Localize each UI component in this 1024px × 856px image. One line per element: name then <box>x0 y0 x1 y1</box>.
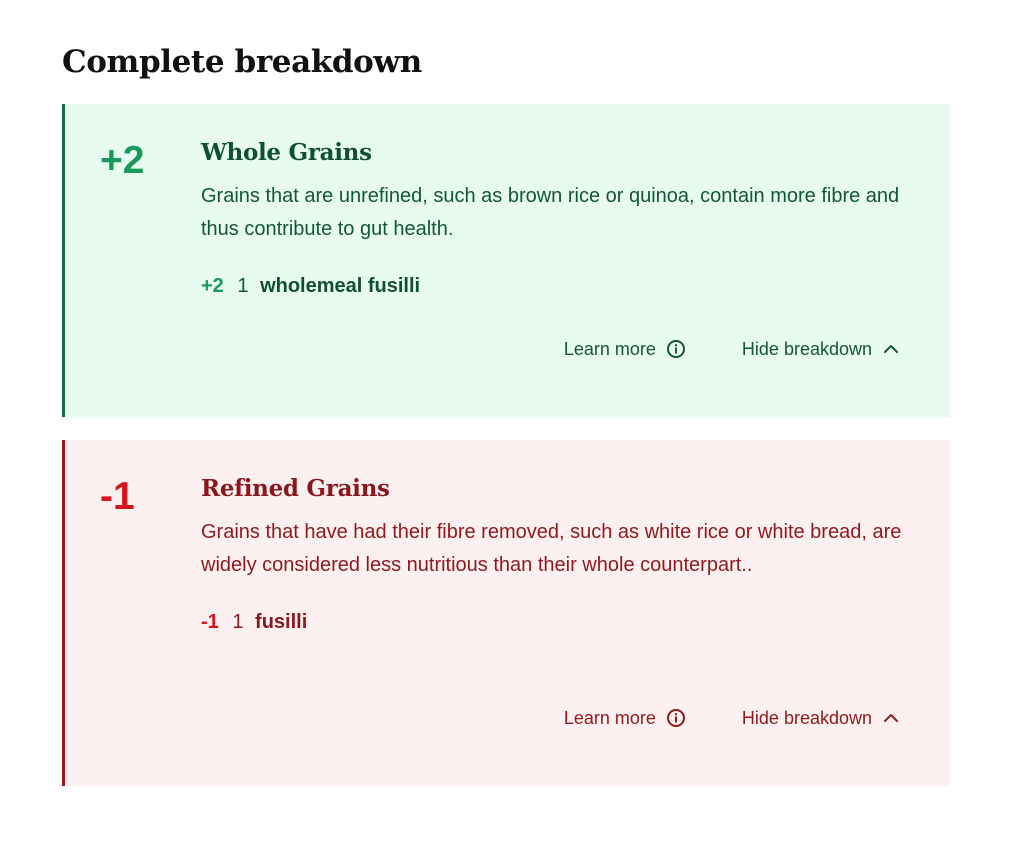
learn-more-label: Learn more <box>563 339 656 359</box>
score-badge: -1 <box>100 475 135 518</box>
info-circle-icon <box>666 708 686 728</box>
item-quantity: 1 <box>232 611 244 633</box>
info-circle-icon <box>666 339 686 359</box>
learn-more-button[interactable]: Learn more <box>564 705 686 731</box>
hide-breakdown-label: Hide breakdown <box>741 339 872 359</box>
chevron-up-icon <box>882 340 900 358</box>
chevron-up-icon <box>882 709 900 727</box>
score-badge: +2 <box>100 139 145 182</box>
breakdown-item: -1 1 fusilli <box>201 608 910 636</box>
hide-breakdown-label: Hide breakdown <box>741 708 872 728</box>
card-actions: Learn more Hide breakdown <box>564 336 900 362</box>
card-title: Whole Grains <box>201 139 372 166</box>
learn-more-button[interactable]: Learn more <box>564 336 686 362</box>
breakdown-card-refined-grains: -1 Refined Grains Grains that have had t… <box>62 440 950 786</box>
page-title: Complete breakdown <box>62 44 422 80</box>
learn-more-label: Learn more <box>563 708 656 728</box>
card-title: Refined Grains <box>201 475 390 502</box>
hide-breakdown-button[interactable]: Hide breakdown <box>742 336 900 362</box>
card-content: Refined Grains Grains that have had thei… <box>201 474 910 636</box>
item-name: fusilli <box>255 611 308 633</box>
hide-breakdown-button[interactable]: Hide breakdown <box>742 705 900 731</box>
card-description: Grains that are unrefined, such as brown… <box>201 185 900 240</box>
card-content: Whole Grains Grains that are unrefined, … <box>201 138 910 300</box>
card-actions: Learn more Hide breakdown <box>564 705 900 731</box>
breakdown-card-whole-grains: +2 Whole Grains Grains that are unrefine… <box>62 104 950 417</box>
item-points: +2 <box>201 275 224 297</box>
breakdown-item: +2 1 wholemeal fusilli <box>201 272 910 300</box>
item-quantity: 1 <box>237 275 249 297</box>
item-name: wholemeal fusilli <box>260 275 421 297</box>
card-description: Grains that have had their fibre removed… <box>201 521 902 576</box>
item-points: -1 <box>201 611 219 633</box>
